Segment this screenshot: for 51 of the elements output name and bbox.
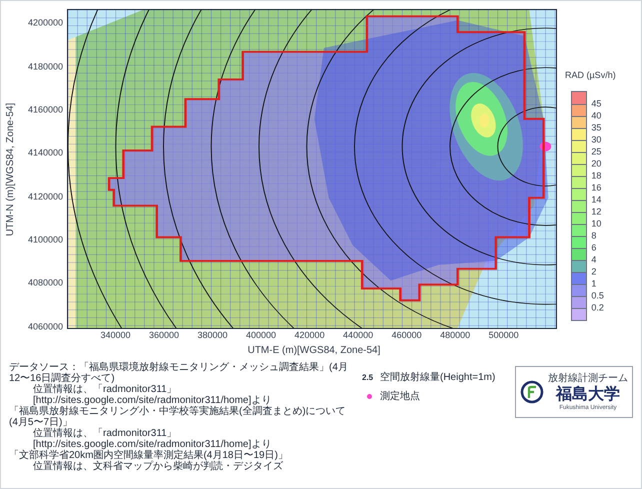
university-name: 福島大学 xyxy=(556,386,620,404)
legend-value: 0.5 xyxy=(591,288,604,302)
x-tick-label: 400000 xyxy=(246,329,276,342)
legend-value: 30 xyxy=(591,132,602,146)
footnote: 「福島県放射線モニタリング小・中学校等実施結果(全調査まとめ)について(4月5〜7日)」 xyxy=(9,406,347,428)
legend-value: 18 xyxy=(591,168,602,182)
x-tick-label: 420000 xyxy=(294,329,325,342)
footnote: データソース：「福島県環境放射線モニタリング・メッシュ調査結果」(4月12〜16日調査分すべて) xyxy=(9,362,349,384)
measurement-point-icon xyxy=(366,394,372,399)
y-tick-label: 4140000 xyxy=(28,146,63,160)
legend-value: 45 xyxy=(591,96,602,110)
university-logo-icon xyxy=(520,380,544,404)
y-tick-label: 4160000 xyxy=(28,103,63,116)
x-tick-label: 500000 xyxy=(488,329,519,342)
legend-value: 2 xyxy=(591,264,596,278)
legend-value: 25 xyxy=(591,144,602,158)
key-label: 空間放射線量(Height=1m) xyxy=(380,370,496,385)
key-label: 測定地点 xyxy=(380,390,420,404)
legend-value: 20 xyxy=(591,156,602,170)
team-name: 放射線計測チーム xyxy=(548,372,628,385)
legend-value: 40 xyxy=(591,108,602,122)
x-tick-label: 440000 xyxy=(343,329,374,342)
x-tick-label: 360000 xyxy=(149,329,180,342)
x-tick-label: 340000 xyxy=(100,329,131,342)
y-tick-label: 4200000 xyxy=(28,16,63,30)
legend-value: 35 xyxy=(591,120,602,134)
y-tick-label: 4080000 xyxy=(28,276,63,290)
footnote: 位置情報は、「radmonitor311」[http://sites.google.com/site/radmonitor311/home]より xyxy=(33,384,272,406)
legend-value: 10 xyxy=(591,216,602,230)
key-sample-value: 2.5 xyxy=(362,372,374,384)
footnote: 「文部科学省20km圏内空間線量率測定結果(4月18日〜19日)」 xyxy=(9,450,289,461)
footnote: 位置情報は、文科省マップから柴崎が判読・デジタイズ xyxy=(32,461,284,472)
legend-value: 4 xyxy=(591,252,596,266)
legend-title: RAD (µSv/h) xyxy=(565,69,616,82)
x-tick-label: 380000 xyxy=(198,329,228,342)
x-tick-label: 480000 xyxy=(440,329,470,342)
y-tick-label: 4120000 xyxy=(28,190,63,203)
y-tick-label: 4060000 xyxy=(28,320,63,334)
y-tick-label: 4100000 xyxy=(28,233,63,246)
legend-value: 14 xyxy=(591,192,602,206)
x-tick-label: 460000 xyxy=(392,329,422,342)
y-axis-label: UTM-N (m)[WGS84, Zone-54] xyxy=(4,102,18,236)
legend-value: 8 xyxy=(591,228,596,242)
legend-value: 16 xyxy=(591,180,602,194)
legend-value: 6 xyxy=(591,240,596,254)
legend-value: 1 xyxy=(591,276,596,290)
legend-value: 12 xyxy=(591,204,602,218)
y-tick-label: 4180000 xyxy=(28,60,63,73)
legend-value: 0.2 xyxy=(591,300,604,314)
footnote: 位置情報は、「radmonitor311」[http://sites.google.com/site/radmonitor311/home]より xyxy=(33,428,272,450)
x-axis-label: UTM-E (m)[WGS84, Zone-54] xyxy=(248,344,380,358)
